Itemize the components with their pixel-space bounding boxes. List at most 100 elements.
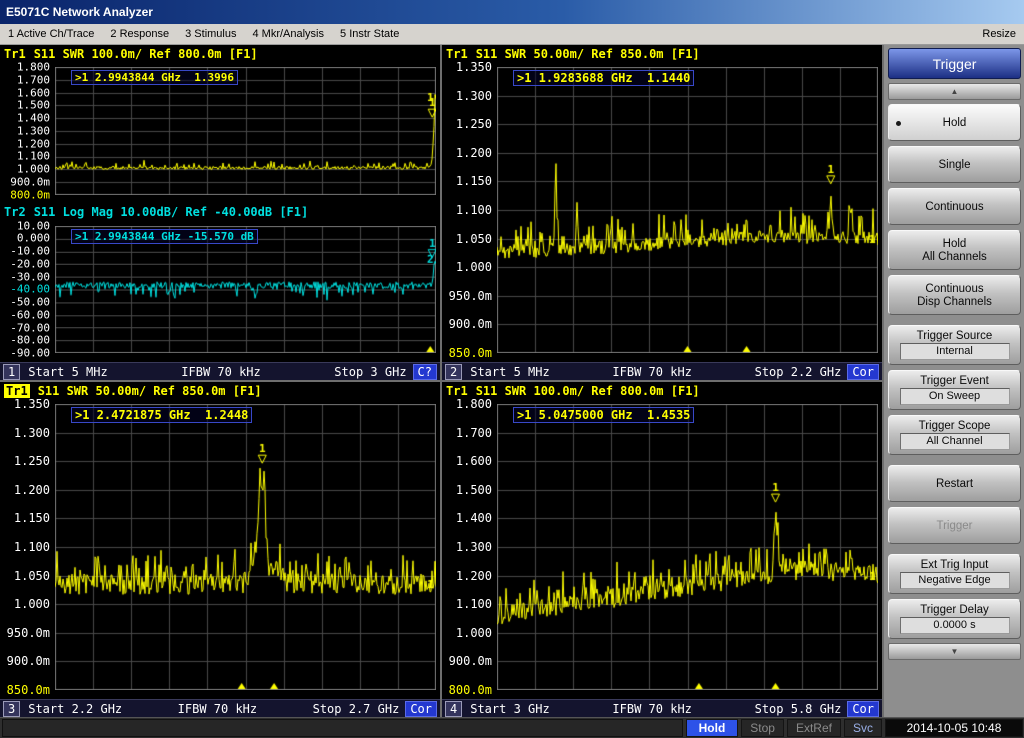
softkey-hold[interactable]: Hold [888,104,1021,141]
plot-ch1-tr2: Tr2 S11 Log Mag 10.00dB/ Ref -40.00dB [F… [0,204,440,363]
y-axis: 1.3501.3001.2501.2001.1501.1001.0501.000… [442,67,497,353]
plot-ch3-tr1: Tr1 S11 SWR 50.00m/ Ref 850.0m [F1] 1.35… [0,382,440,699]
trace-header[interactable]: Tr1 S11 SWR 50.00m/ Ref 850.0m [F1] [442,45,882,62]
softkey-restart[interactable]: Restart [888,465,1021,502]
softkey-trigger-source[interactable]: Trigger SourceInternal [888,325,1021,365]
softkey-continuous-disp-channels[interactable]: ContinuousDisp Channels [888,275,1021,315]
status-bar: Hold Stop ExtRef Svc 2014-10-05 10:48 [0,717,1024,738]
y-axis-label: 800.0m [10,189,50,200]
trace-settings: S11 SWR 50.00m/ Ref 850.0m [F1] [476,47,700,61]
datetime-display: 2014-10-05 10:48 [885,719,1023,737]
y-axis-label: 850.0m [7,684,50,696]
y-axis-label: 1.000 [456,261,492,273]
softkey-single[interactable]: Single [888,146,1021,183]
y-axis-label: 900.0m [10,176,50,187]
y-axis-label: 1.350 [14,398,50,410]
graticule: >1 2.9943844 GHz 1.3996 [55,67,436,195]
softkey-trigger-delay[interactable]: Trigger Delay0.0000 s [888,599,1021,639]
menu-active-ch-trace[interactable]: 1 Active Ch/Trace [8,28,94,40]
menu-stimulus[interactable]: 3 Stimulus [185,28,236,40]
cal-status-badge: Cor [847,701,879,717]
plot-ch1-tr1: Tr1 S11 SWR 100.0m/ Ref 800.0m [F1] 1.80… [0,45,440,204]
softkey-label: All Channels [922,251,987,263]
trace-header[interactable]: Tr2 S11 Log Mag 10.00dB/ Ref -40.00dB [F… [0,204,440,221]
graticule: >1 5.0475000 GHz 1.4535 [497,404,878,690]
y-axis-label: 1.200 [17,138,50,149]
y-axis-label: 1.200 [456,147,492,159]
scroll-up-button[interactable]: ▲ [888,83,1021,100]
menu-instr-state[interactable]: 5 Instr State [340,28,399,40]
channel-4: Tr1 S11 SWR 100.0m/ Ref 800.0m [F1] 1.80… [442,382,882,717]
y-axis-label: 1.000 [17,164,50,175]
y-axis-label: 850.0m [449,347,492,359]
plot-area: 1.8001.7001.6001.5001.4001.3001.2001.100… [0,62,440,204]
trace-canvas[interactable] [55,226,436,354]
trace-header[interactable]: Tr1 S11 SWR 50.00m/ Ref 850.0m [F1] [0,382,440,399]
y-axis-label: 1.500 [17,100,50,111]
channel-3: Tr1 S11 SWR 50.00m/ Ref 850.0m [F1] 1.35… [0,382,440,717]
channel-2: Tr1 S11 SWR 50.00m/ Ref 850.0m [F1] 1.35… [442,45,882,380]
marker-readout: >1 5.0475000 GHz 1.4535 [513,407,694,423]
channel-number: 3 [3,701,20,717]
softkey-ext-trig-input[interactable]: Ext Trig InputNegative Edge [888,554,1021,594]
y-axis-label: -20.00 [10,258,50,269]
plot-ch2-tr1: Tr1 S11 SWR 50.00m/ Ref 850.0m [F1] 1.35… [442,45,882,362]
resize-control[interactable]: Resize [982,28,1016,40]
trace-canvas[interactable] [497,67,878,353]
plot-ch4-tr1: Tr1 S11 SWR 100.0m/ Ref 800.0m [F1] 1.80… [442,382,882,699]
y-axis-label: 1.150 [456,175,492,187]
y-axis: 10.000.000-10.00-20.00-30.00-40.00-50.00… [0,226,55,354]
window-titlebar[interactable]: E5071C Network Analyzer [0,0,1024,24]
softkey-value: 0.0000 s [900,617,1010,634]
softkey-label: Restart [936,478,973,490]
trace-label: Tr1 [4,47,26,61]
menu-mkr-analysis[interactable]: 4 Mkr/Analysis [252,28,324,40]
selection-dot-icon [896,121,901,126]
y-axis-label: 1.350 [456,61,492,73]
trace-canvas[interactable] [55,404,436,690]
softkey-label: Ext Trig Input [921,559,989,571]
y-axis-label: -90.00 [10,348,50,359]
trace-canvas[interactable] [497,404,878,690]
y-axis-label: 1.300 [14,427,50,439]
start-frequency: Start 5 MHz [28,365,107,379]
y-axis-label: 1.600 [17,87,50,98]
scroll-down-button[interactable]: ▼ [888,643,1021,660]
graticule: >1 2.4721875 GHz 1.2448 [55,404,436,690]
menu-response[interactable]: 2 Response [110,28,169,40]
softkey-trigger-event[interactable]: Trigger EventOn Sweep [888,370,1021,410]
ifbw-label: IFBW 70 kHz [122,702,312,716]
trace-label: Tr1 [4,384,30,398]
softkey-hold-all-channels[interactable]: HoldAll Channels [888,230,1021,270]
softkey-value: On Sweep [900,388,1010,405]
y-axis-label: -40.00 [10,284,50,295]
softkey-label: Hold [943,238,967,250]
trace-canvas[interactable] [55,67,436,195]
y-axis-label: 0.000 [17,233,50,244]
start-frequency: Start 2.2 GHz [28,702,122,716]
y-axis-label: 1.200 [456,570,492,582]
softkey-continuous[interactable]: Continuous [888,188,1021,225]
marker-readout: >1 2.4721875 GHz 1.2448 [71,407,252,423]
y-axis-label: -60.00 [10,309,50,320]
y-axis-label: 1.400 [17,113,50,124]
status-message-area [2,719,683,737]
trace-header[interactable]: Tr1 S11 SWR 100.0m/ Ref 800.0m [F1] [442,382,882,399]
y-axis-label: 1.100 [14,541,50,553]
plot-area: 1.8001.7001.6001.5001.4001.3001.2001.100… [442,399,882,699]
y-axis-label: 1.050 [14,570,50,582]
graticule: >1 2.9943844 GHz -15.570 dB [55,226,436,354]
y-axis: 1.3501.3001.2501.2001.1501.1001.0501.000… [0,404,55,690]
ifbw-label: IFBW 70 kHz [108,365,335,379]
channel-number: 1 [3,364,20,380]
application-window: E5071C Network Analyzer 1 Active Ch/Trac… [0,0,1024,738]
softkey-label: Trigger Delay [920,604,989,616]
trace-header[interactable]: Tr1 S11 SWR 100.0m/ Ref 800.0m [F1] [0,45,440,62]
channel-number: 2 [445,364,462,380]
y-axis: 1.8001.7001.6001.5001.4001.3001.2001.100… [0,67,55,195]
stop-frequency: Stop 2.2 GHz [755,365,842,379]
y-axis-label: 900.0m [449,318,492,330]
cal-status-badge: Cor [405,701,437,717]
y-axis: 1.8001.7001.6001.5001.4001.3001.2001.100… [442,404,497,690]
softkey-trigger-scope[interactable]: Trigger ScopeAll Channel [888,415,1021,455]
